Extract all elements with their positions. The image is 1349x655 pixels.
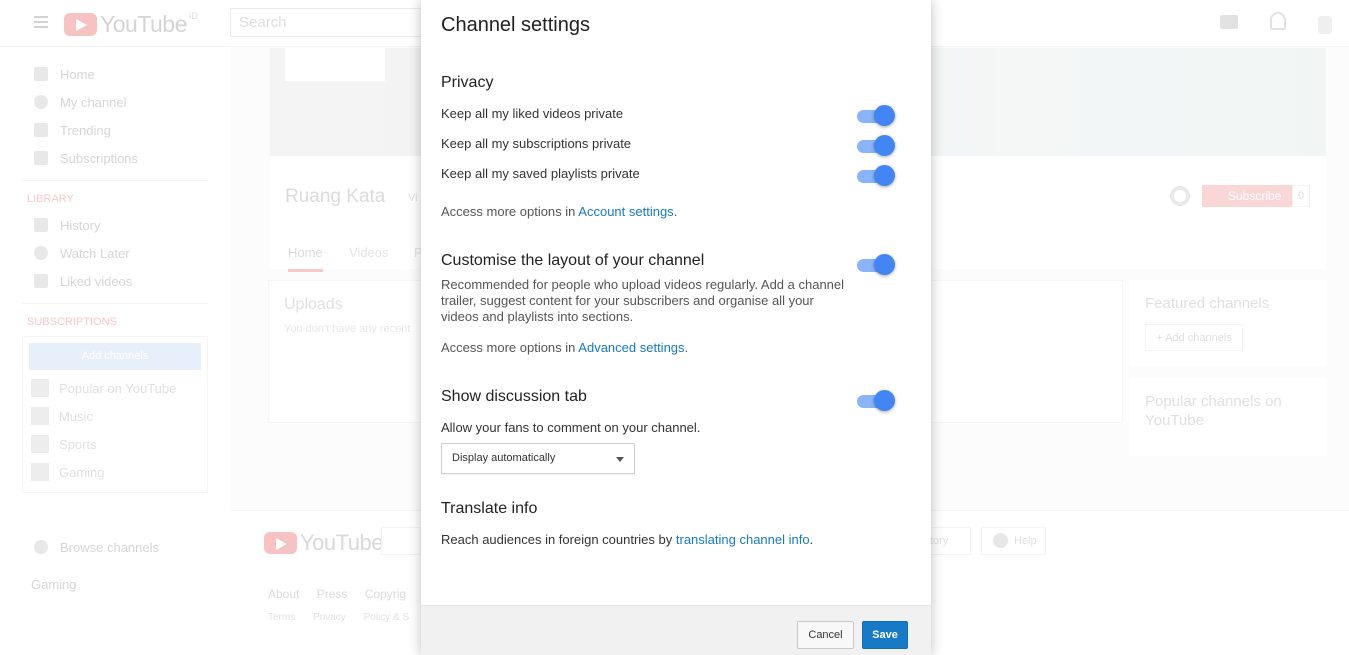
more-options-prefix: Access more options in bbox=[441, 204, 579, 219]
discussion-display-select[interactable]: Display automatically bbox=[441, 443, 635, 474]
toggle-thumb bbox=[874, 254, 895, 275]
toggle-thumb bbox=[874, 390, 895, 411]
privacy-more-options: Access more options in Account settings. bbox=[441, 204, 677, 219]
save-button[interactable]: Save bbox=[862, 621, 908, 649]
layout-more-options: Access more options in Advanced settings… bbox=[441, 340, 688, 355]
discussion-tab-description: Allow your fans to comment on your chann… bbox=[441, 420, 701, 435]
translate-suffix: . bbox=[809, 532, 814, 547]
toggle-thumb bbox=[874, 105, 895, 126]
customise-layout-heading: Customise the layout of your channel bbox=[441, 252, 705, 269]
discussion-tab-toggle[interactable] bbox=[857, 390, 895, 412]
caret-down-icon bbox=[616, 457, 624, 462]
privacy-heading: Privacy bbox=[441, 74, 494, 91]
dialog-title: Channel settings bbox=[441, 14, 590, 36]
customise-layout-description: Recommended for people who upload videos… bbox=[441, 277, 845, 324]
translate-info-heading: Translate info bbox=[441, 500, 538, 517]
more-options-prefix: Access more options in bbox=[441, 340, 579, 355]
saved-playlists-private-label: Keep all my saved playlists private bbox=[441, 166, 640, 181]
cancel-button[interactable]: Cancel bbox=[797, 621, 854, 649]
liked-videos-private-label: Keep all my liked videos private bbox=[441, 106, 624, 121]
dialog-footer: Cancel Save bbox=[421, 605, 931, 655]
more-options-suffix: . bbox=[673, 204, 678, 219]
liked-videos-private-toggle[interactable] bbox=[857, 105, 895, 127]
translate-prefix: Reach audiences in foreign countries by bbox=[441, 532, 676, 547]
more-options-suffix: . bbox=[684, 340, 689, 355]
channel-settings-dialog: Channel settings Privacy Keep all my lik… bbox=[421, 0, 931, 655]
translating-channel-info-link[interactable]: translating channel info bbox=[676, 532, 810, 547]
discussion-tab-heading: Show discussion tab bbox=[441, 388, 587, 405]
subscriptions-private-label: Keep all my subscriptions private bbox=[441, 136, 632, 151]
advanced-settings-link[interactable]: Advanced settings bbox=[578, 340, 684, 355]
saved-playlists-private-toggle[interactable] bbox=[857, 165, 895, 187]
customise-layout-toggle[interactable] bbox=[857, 254, 895, 276]
translate-info-text: Reach audiences in foreign countries by … bbox=[441, 532, 813, 547]
account-settings-link[interactable]: Account settings bbox=[578, 204, 673, 219]
toggle-thumb bbox=[874, 165, 895, 186]
toggle-thumb bbox=[874, 135, 895, 156]
subscriptions-private-toggle[interactable] bbox=[857, 135, 895, 157]
select-value: Display automatically bbox=[452, 452, 556, 464]
